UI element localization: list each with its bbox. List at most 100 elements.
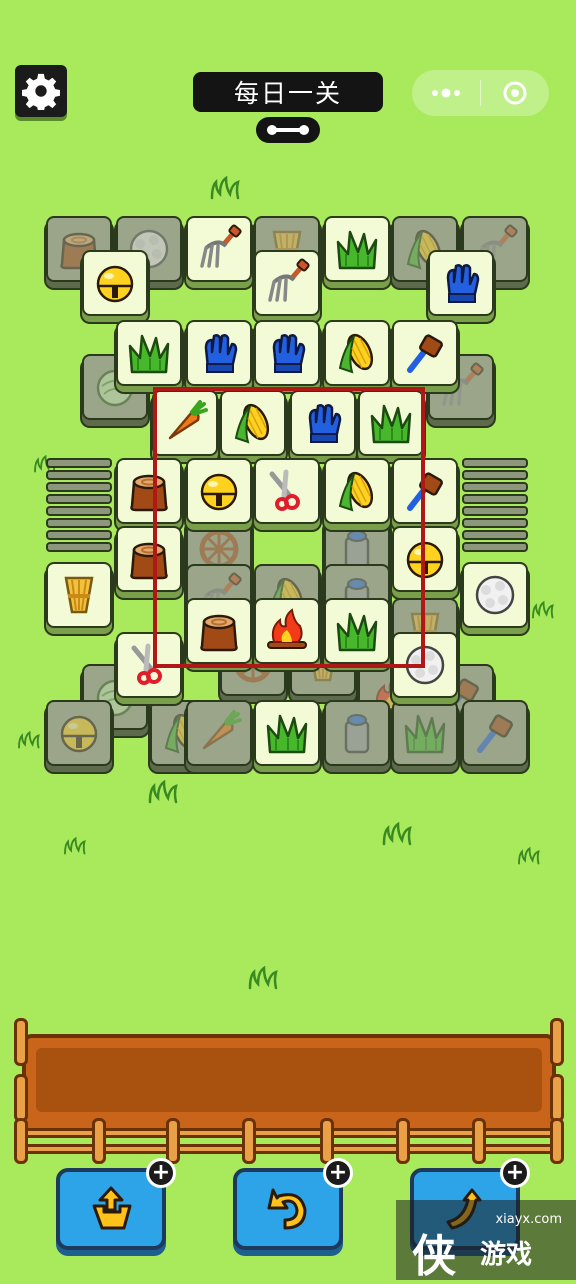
tile-bell[interactable] [82,250,148,316]
grass-tuft-icon [62,834,92,858]
corn-icon [332,466,382,516]
tile-stack-left [46,482,112,492]
tile-stack-right [462,530,528,540]
plus-badge: + [323,1158,353,1188]
tile-stack-left [46,530,112,540]
gloves-icon [436,258,486,308]
more-button[interactable] [412,70,480,116]
target-circle-icon [503,81,527,105]
tile-grass [392,700,458,766]
tile-fire[interactable] [254,598,320,664]
grass-tuft-icon [380,822,420,846]
fence-post [472,1118,486,1164]
tile-gloves[interactable] [290,390,356,456]
grass-tuft-icon [530,598,560,622]
fence-post [320,1118,334,1164]
tile-bucket [324,700,390,766]
tile-stack-left [46,494,112,504]
gear-icon [22,73,60,110]
grass-icon [332,224,382,274]
gloves-icon [298,398,348,448]
tile-corn[interactable] [220,390,286,456]
fence-post [396,1118,410,1164]
tile-stack-left [46,542,112,552]
tile-carrot[interactable] [152,390,218,456]
bell-icon [54,708,104,758]
tile-gloves[interactable] [254,320,320,386]
fire-icon [262,606,312,656]
tile-corn[interactable] [324,458,390,524]
fork-icon [194,224,244,274]
wool-icon [400,640,450,690]
close-button[interactable] [481,70,549,116]
tile-wool[interactable] [392,632,458,698]
grass-tuft-icon [246,966,286,990]
grass-icon [124,328,174,378]
grass-icon [400,708,450,758]
tile-brush[interactable] [392,458,458,524]
undo-tool-button[interactable]: + [233,1158,353,1250]
fence-post [166,1118,180,1164]
carrot-icon [194,708,244,758]
tile-hay[interactable] [46,562,112,628]
tile-brush [462,700,528,766]
tile-gloves[interactable] [428,250,494,316]
tile-brush[interactable] [392,320,458,386]
tile-bell[interactable] [392,526,458,592]
tile-corn[interactable] [324,320,390,386]
tile-fork[interactable] [254,250,320,316]
bell-icon [194,466,244,516]
fence-post [92,1118,106,1164]
tile-fork[interactable] [186,216,252,282]
bell-icon [90,258,140,308]
brush-icon [400,466,450,516]
bell-icon [400,534,450,584]
brush-icon [470,708,520,758]
settings-button[interactable] [15,65,67,117]
tile-grass[interactable] [116,320,182,386]
tile-grass[interactable] [358,390,424,456]
tile-stump[interactable] [186,598,252,664]
stump-icon [124,466,174,516]
tile-wool[interactable] [462,562,528,628]
tile-grass[interactable] [254,700,320,766]
plus-badge: + [146,1158,176,1188]
fence-post [550,1074,564,1122]
remove-tool-button[interactable]: + [56,1158,176,1250]
shears-icon [262,466,312,516]
fence-post [14,1118,28,1164]
gloves-icon [194,328,244,378]
corn-icon [332,328,382,378]
tile-grass[interactable] [324,216,390,282]
tile-bell[interactable] [186,458,252,524]
stump-icon [124,534,174,584]
fence-post [550,1118,564,1164]
grass-icon [366,398,416,448]
tile-bell [46,700,112,766]
corn-icon [228,398,278,448]
brush-icon [400,328,450,378]
stump-icon [194,606,244,656]
link-icon [256,117,320,143]
tile-carrot [186,700,252,766]
watermark: xiayx.com 侠 游戏 [396,1200,576,1282]
tile-stump[interactable] [116,526,182,592]
tile-stack-right [462,542,528,552]
wool-icon [470,570,520,620]
grass-icon [262,708,312,758]
tile-shears[interactable] [254,458,320,524]
tile-stack-right [462,470,528,480]
plus-badge: + [500,1158,530,1188]
carrot-icon [160,398,210,448]
grass-tuft-icon [516,844,546,868]
tile-stack-right [462,482,528,492]
tile-stack-right [462,458,528,468]
tile-gloves[interactable] [186,320,252,386]
tile-stack-right [462,518,528,528]
tile-shears[interactable] [116,632,182,698]
tile-stump[interactable] [116,458,182,524]
watermark-text: 游戏 [480,1240,533,1270]
shears-icon [124,640,174,690]
tile-grass[interactable] [324,598,390,664]
tile-stack-left [46,470,112,480]
